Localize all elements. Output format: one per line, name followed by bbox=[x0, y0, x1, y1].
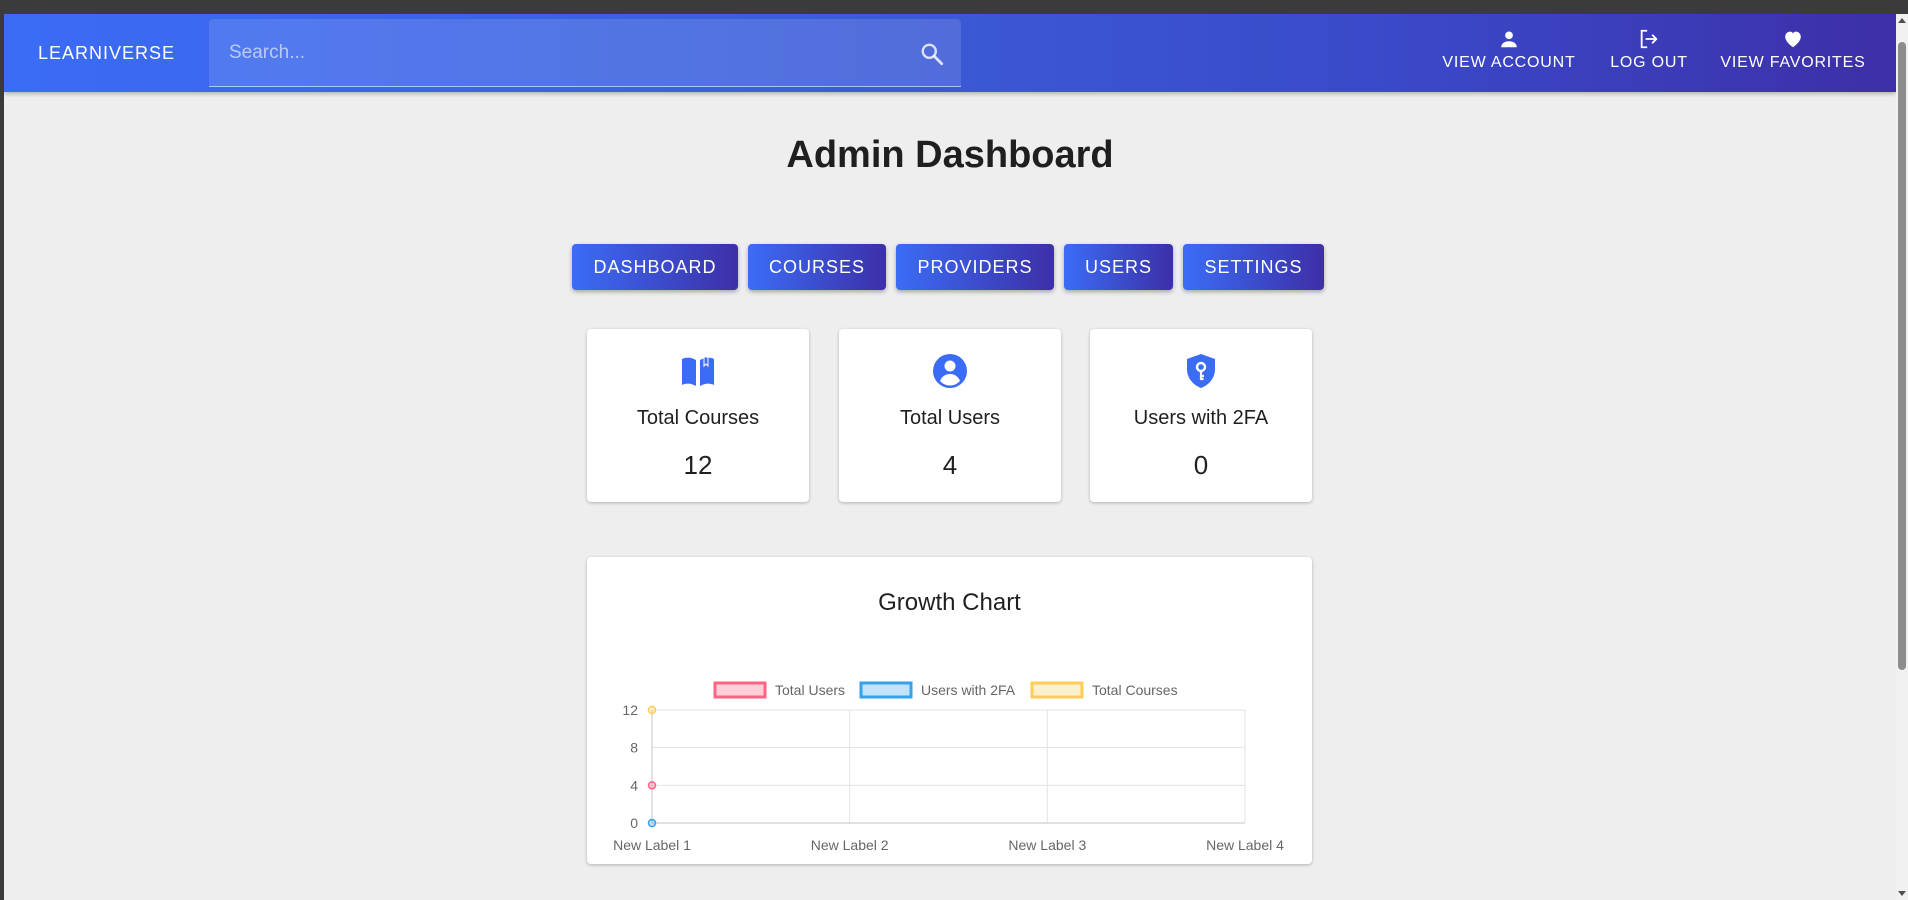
legend-swatch bbox=[1030, 681, 1084, 699]
search-input[interactable] bbox=[209, 19, 899, 87]
scroll-up-arrow-icon[interactable] bbox=[1898, 18, 1906, 23]
scrollbar-thumb[interactable] bbox=[1898, 42, 1906, 670]
search-box bbox=[209, 19, 961, 87]
user-circle-icon bbox=[933, 354, 967, 388]
x-tick-label: New Label 3 bbox=[1008, 837, 1086, 853]
view-favorites-button[interactable]: VIEW FAVORITES bbox=[1714, 28, 1872, 80]
tab-settings[interactable]: SETTINGS bbox=[1183, 244, 1324, 290]
tab-courses[interactable]: COURSES bbox=[748, 244, 886, 290]
legend-swatch bbox=[713, 681, 767, 699]
legend-label: Users with 2FA bbox=[921, 682, 1016, 698]
view-favorites-label: VIEW FAVORITES bbox=[1720, 54, 1866, 71]
log-out-label: LOG OUT bbox=[1610, 54, 1688, 71]
stat-card-users-2fa: Users with 2FA 0 bbox=[1090, 329, 1312, 502]
data-point bbox=[647, 781, 657, 790]
stat-card-total-courses: Total Courses 12 bbox=[587, 329, 809, 502]
stat-value: 4 bbox=[942, 450, 958, 480]
view-account-button[interactable]: VIEW ACCOUNT bbox=[1434, 28, 1584, 80]
growth-chart: 0 4 8 12 New Label 1 New Label 2 New Label 3 Ne… bbox=[613, 681, 1284, 853]
log-out-button[interactable]: LOG OUT bbox=[1604, 28, 1694, 80]
x-tick-label: New Label 4 bbox=[1206, 837, 1284, 853]
tab-dashboard[interactable]: DASHBOARD bbox=[572, 244, 738, 290]
scroll-down-arrow-icon[interactable] bbox=[1898, 891, 1906, 896]
stat-card-total-users: Total Users 4 bbox=[839, 329, 1061, 502]
legend-swatch bbox=[859, 681, 913, 699]
stat-label: Total Users bbox=[899, 407, 1001, 429]
growth-chart-card: Growth Chart 0 4 8 12 New Label 1 New Label 2… bbox=[587, 557, 1312, 864]
x-tick-label: New Label 1 bbox=[613, 837, 691, 853]
data-point bbox=[647, 818, 657, 828]
tab-providers[interactable]: PROVIDERS bbox=[896, 244, 1054, 290]
stat-label: Users with 2FA bbox=[1133, 407, 1269, 429]
scrollbar[interactable] bbox=[1896, 14, 1908, 900]
shield-key-icon bbox=[1187, 354, 1215, 388]
page-title: Admin Dashboard bbox=[786, 134, 1114, 176]
stat-value: 0 bbox=[1193, 450, 1209, 480]
data-point bbox=[647, 705, 657, 715]
y-tick-label: 4 bbox=[630, 777, 638, 793]
y-tick-label: 12 bbox=[622, 702, 638, 718]
x-tick-label: New Label 2 bbox=[811, 837, 889, 853]
view-account-label: VIEW ACCOUNT bbox=[1442, 54, 1576, 71]
heart-icon bbox=[1785, 31, 1801, 48]
legend-label: Total Courses bbox=[1092, 682, 1178, 698]
tab-users[interactable]: USERS bbox=[1064, 244, 1173, 290]
y-tick-label: 0 bbox=[630, 815, 638, 831]
app-bar: LEARNIVERSE VIEW ACCOUNT LOG OUT bbox=[4, 14, 1896, 92]
book-icon bbox=[682, 356, 714, 386]
brand-logo[interactable]: LEARNIVERSE bbox=[38, 14, 175, 92]
stat-value: 12 bbox=[683, 450, 713, 480]
browser-top-strip bbox=[0, 0, 1908, 14]
y-tick-label: 8 bbox=[630, 740, 638, 756]
stat-label: Total Courses bbox=[636, 407, 760, 429]
logout-icon bbox=[1640, 29, 1658, 49]
search-icon[interactable] bbox=[919, 41, 945, 67]
app-window: LEARNIVERSE VIEW ACCOUNT LOG OUT bbox=[4, 14, 1896, 900]
legend-label: Total Users bbox=[775, 682, 845, 698]
person-icon bbox=[1501, 31, 1517, 48]
